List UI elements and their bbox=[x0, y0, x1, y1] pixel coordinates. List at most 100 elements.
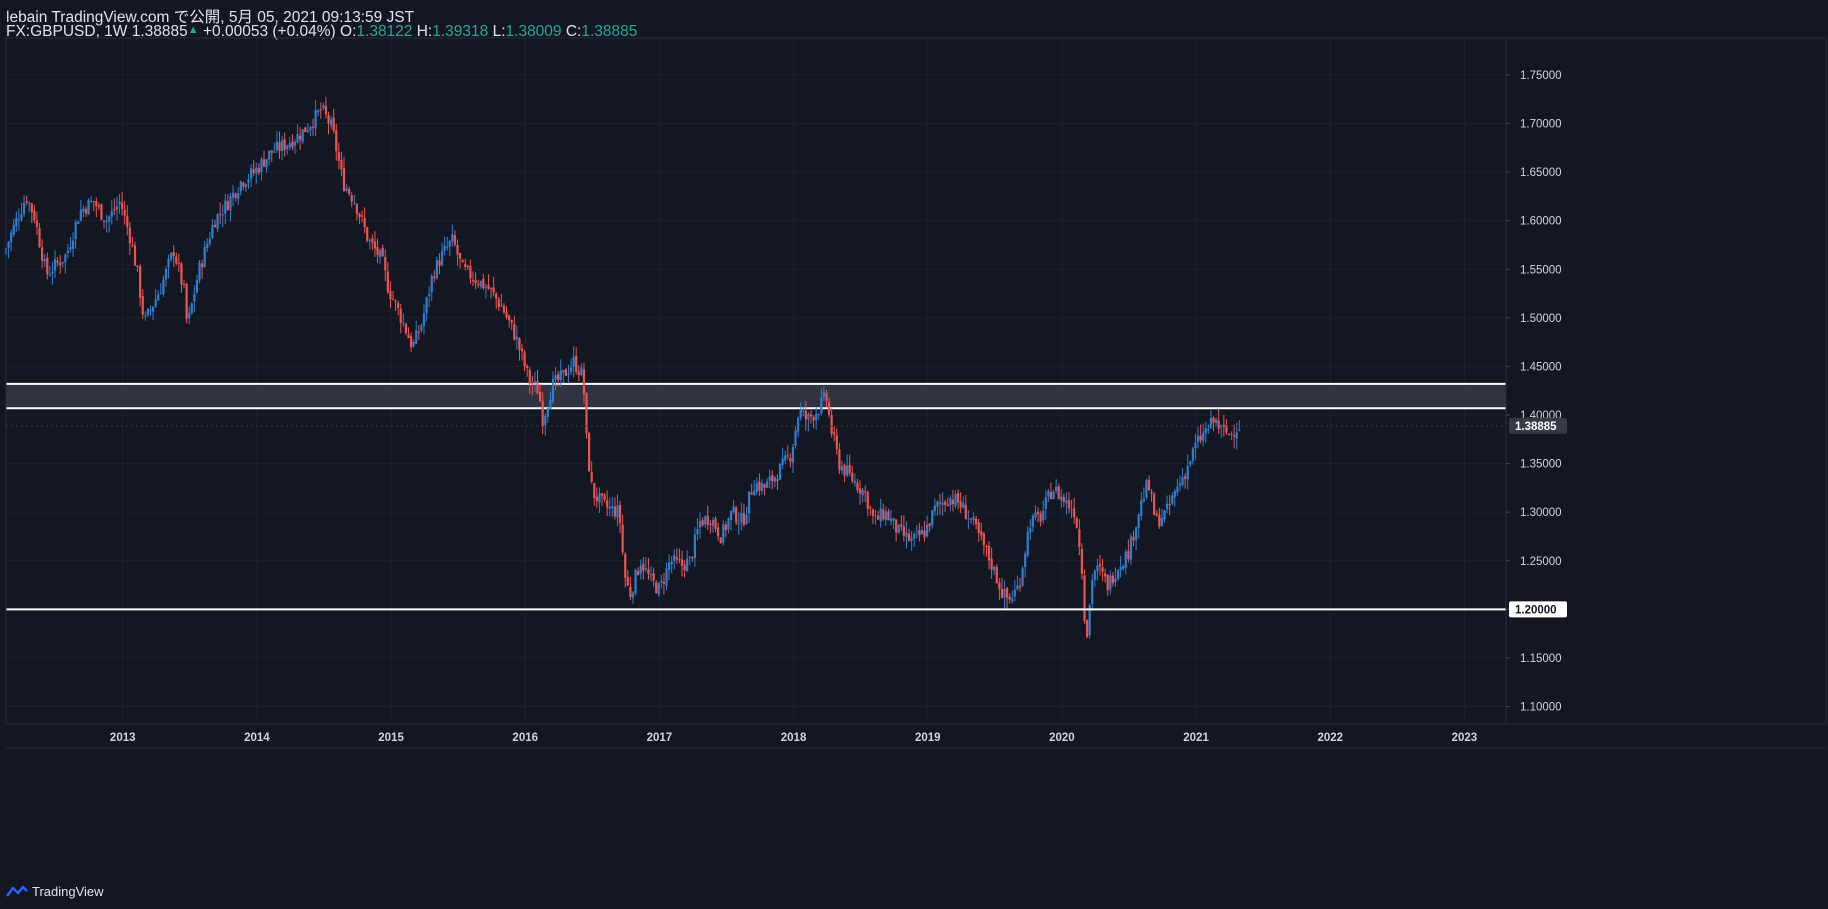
candle-body bbox=[962, 503, 965, 508]
candle-body bbox=[92, 201, 95, 203]
candle-body bbox=[683, 564, 686, 571]
candle-body bbox=[415, 330, 418, 344]
candle-body bbox=[701, 520, 704, 526]
candle-body bbox=[430, 276, 433, 293]
tradingview-logo[interactable]: TradingView bbox=[6, 882, 104, 900]
candle-body bbox=[647, 569, 650, 575]
candle-body bbox=[936, 501, 939, 507]
candle-body bbox=[1080, 548, 1084, 575]
candle-body bbox=[1124, 551, 1127, 568]
candle-body bbox=[853, 481, 856, 483]
candle-body bbox=[469, 265, 472, 279]
candle-body bbox=[373, 241, 377, 249]
candle-body bbox=[590, 472, 593, 482]
candle-body bbox=[471, 280, 475, 282]
candle-body bbox=[159, 293, 162, 295]
candle-body bbox=[371, 238, 374, 243]
candle-body bbox=[753, 490, 756, 496]
candle-body bbox=[190, 303, 193, 314]
candle-body bbox=[1075, 517, 1078, 528]
candle-body bbox=[554, 375, 557, 380]
candle-body bbox=[691, 557, 694, 559]
candle-body bbox=[1233, 435, 1236, 437]
x-tick-label: 2021 bbox=[1183, 732, 1209, 744]
candle-body bbox=[144, 315, 147, 317]
candle-body bbox=[252, 169, 255, 174]
candle-body bbox=[342, 168, 346, 191]
candle-body bbox=[299, 135, 302, 140]
candle-body bbox=[995, 566, 998, 584]
candle-body bbox=[69, 247, 72, 250]
candle-body bbox=[391, 298, 395, 300]
candle-body bbox=[608, 506, 611, 509]
candle-body bbox=[719, 537, 722, 544]
candle-body bbox=[1122, 566, 1125, 569]
candle-body bbox=[446, 246, 449, 248]
candle-body bbox=[835, 435, 838, 449]
candle-body bbox=[941, 502, 944, 506]
candle-body bbox=[422, 313, 426, 326]
candle-body bbox=[51, 271, 54, 274]
price-chart[interactable]: 1.75000 1.70000 1.65000 1.60000 1.55000 1.500… bbox=[0, 0, 1828, 909]
candle-body bbox=[1165, 503, 1169, 510]
candle-body bbox=[577, 371, 580, 376]
candle-body bbox=[353, 202, 356, 204]
candle-body bbox=[678, 559, 681, 561]
candle-body bbox=[319, 109, 322, 111]
candle-body bbox=[959, 501, 962, 508]
candle-body bbox=[874, 515, 877, 517]
candle-body bbox=[670, 561, 673, 565]
candle-body bbox=[513, 323, 516, 340]
candle-body bbox=[817, 414, 820, 416]
candle-body bbox=[572, 356, 575, 367]
candle-body bbox=[1189, 461, 1192, 465]
candle-body bbox=[673, 555, 676, 562]
candle-body bbox=[1006, 588, 1009, 598]
candle-body bbox=[869, 507, 872, 509]
candle-body bbox=[48, 274, 51, 276]
candle-body bbox=[368, 240, 371, 242]
candle-body bbox=[773, 477, 776, 482]
candle-body bbox=[1047, 490, 1050, 497]
candle-body bbox=[964, 504, 967, 520]
candle-body bbox=[1209, 417, 1213, 428]
candle-body bbox=[141, 296, 144, 315]
candle-body bbox=[727, 518, 730, 530]
candle-body bbox=[972, 517, 975, 521]
candle-body bbox=[722, 524, 725, 544]
candle-body bbox=[642, 563, 645, 571]
candle-body bbox=[30, 203, 33, 213]
candle-body bbox=[216, 214, 219, 229]
candle-body bbox=[1214, 419, 1218, 424]
price-axis[interactable]: 1.75000 1.70000 1.65000 1.60000 1.55000 1.500… bbox=[1506, 70, 1567, 714]
candle-body bbox=[482, 278, 485, 289]
candle-body bbox=[7, 241, 10, 248]
candle-body bbox=[538, 391, 542, 402]
candle-body bbox=[531, 382, 534, 385]
candle-body bbox=[827, 402, 831, 415]
candle-body bbox=[1034, 512, 1037, 518]
candle-body bbox=[763, 484, 766, 488]
candle-body bbox=[384, 257, 387, 271]
time-axis[interactable]: 2013 2014 2015 2016 2017 2018 2019 2020 2021 2022… bbox=[110, 732, 1477, 744]
candle-body bbox=[242, 182, 245, 187]
candle-body bbox=[799, 409, 802, 418]
candle-body bbox=[1225, 425, 1228, 433]
candle-body bbox=[1191, 448, 1194, 462]
candle-body bbox=[1235, 432, 1238, 439]
candle-body bbox=[59, 262, 62, 266]
candle-body bbox=[1018, 586, 1022, 588]
candle-body bbox=[551, 379, 555, 402]
candle-body bbox=[1000, 588, 1004, 599]
candle-body bbox=[510, 319, 513, 323]
candle-body bbox=[113, 209, 116, 211]
candle-body bbox=[213, 224, 217, 228]
candle-body bbox=[771, 474, 774, 482]
candle-body bbox=[951, 499, 955, 505]
candle-body bbox=[41, 247, 44, 261]
candle-body bbox=[350, 195, 353, 202]
candle-body bbox=[309, 127, 312, 131]
candle-body bbox=[329, 119, 333, 126]
candle-body bbox=[131, 244, 134, 246]
candle-body bbox=[128, 227, 131, 244]
